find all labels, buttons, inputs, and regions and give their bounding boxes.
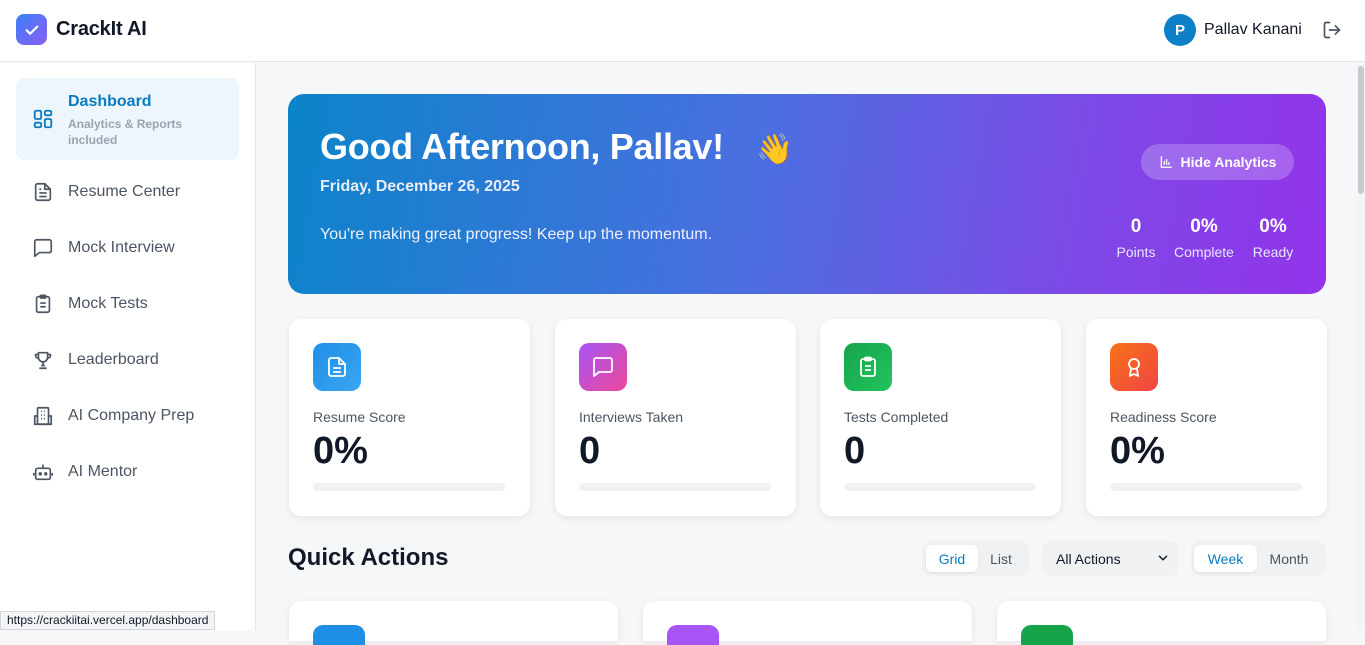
document-icon [32,181,54,203]
progress-bar [313,483,505,491]
logo-check-icon[interactable] [16,14,47,45]
card-label: Resume Score [313,409,406,425]
select-value: All Actions [1056,550,1121,567]
sidebar: Dashboard Analytics & Reports included R… [0,63,256,630]
stat-label: Complete [1174,244,1234,260]
card-value: 0% [1110,430,1165,472]
brand-name[interactable]: CrackIt AI [56,18,147,41]
status-url: https://crackiitai.vercel.app/dashboard [0,611,216,630]
clipboard-icon [32,293,54,315]
quick-action-card[interactable] [997,601,1326,645]
quick-action-card[interactable] [643,601,972,645]
actions-filter-select[interactable]: All Actions [1042,541,1178,576]
stat-complete: 0% Complete [1169,216,1239,260]
logout-icon[interactable] [1322,20,1342,40]
stat-points: 0 Points [1101,216,1171,260]
action-icon [313,625,365,645]
sidebar-item-resume-center[interactable]: Resume Center [16,170,239,214]
sidebar-item-subtitle: Analytics & Reports included [68,117,183,147]
robot-icon [32,461,54,483]
sidebar-item-dashboard[interactable]: Dashboard Analytics & Reports included [16,78,239,160]
action-icon [1021,625,1073,645]
sidebar-item-label: Dashboard [68,93,152,110]
chat-icon [579,343,627,391]
card-label: Readiness Score [1110,409,1217,425]
top-bar: CrackIt AI P Pallav Kanani [0,0,1365,62]
list-view-button[interactable]: List [980,545,1022,572]
period-toggle: Week Month [1191,541,1326,576]
stat-value: 0 [1130,216,1142,237]
sidebar-item-leaderboard[interactable]: Leaderboard [16,338,239,382]
stat-value: 0% [1259,216,1287,237]
quick-actions-title: Quick Actions [288,544,449,571]
progress-bar [844,483,1036,491]
interviews-taken-card[interactable]: Interviews Taken 0 [555,319,796,516]
document-icon [313,343,361,391]
user-name[interactable]: Pallav Kanani [1204,21,1302,39]
stat-label: Ready [1252,244,1294,260]
card-value: 0% [313,430,368,472]
quick-action-card[interactable] [289,601,618,645]
current-date: Friday, December 26, 2025 [320,178,520,195]
sidebar-item-label: AI Company Prep [68,407,195,424]
chevron-down-icon [1158,555,1168,561]
tests-completed-card[interactable]: Tests Completed 0 [820,319,1061,516]
card-value: 0 [579,430,601,472]
week-button[interactable]: Week [1194,545,1257,572]
sidebar-item-label: Leaderboard [68,351,159,368]
sidebar-item-label: Resume Center [68,183,181,200]
trophy-icon [32,349,54,371]
sidebar-item-label: Mock Interview [68,239,175,256]
scrollbar-thumb[interactable] [1358,66,1364,194]
progress-message: You're making great progress! Keep up th… [320,226,713,243]
action-icon [667,625,719,645]
progress-bar [1110,483,1302,491]
resume-score-card[interactable]: Resume Score 0% [289,319,530,516]
progress-bar [579,483,771,491]
sidebar-item-label: AI Mentor [68,463,138,480]
building-icon [32,405,54,427]
card-label: Interviews Taken [579,409,684,425]
month-button[interactable]: Month [1257,545,1321,572]
award-icon [1110,343,1158,391]
stat-ready: 0% Ready [1238,216,1308,260]
grid-view-button[interactable]: Grid [926,545,978,572]
clipboard-icon [844,343,892,391]
stat-label: Points [1116,244,1156,260]
card-label: Tests Completed [844,409,949,425]
avatar[interactable]: P [1164,14,1196,46]
chat-icon [32,237,54,259]
sidebar-item-label: Mock Tests [68,295,148,312]
stat-value: 0% [1190,216,1218,237]
card-value: 0 [844,430,866,472]
sidebar-item-mock-interview[interactable]: Mock Interview [16,226,239,270]
sidebar-item-ai-mentor[interactable]: AI Mentor [16,450,239,494]
dashboard-icon [32,108,54,130]
sidebar-item-ai-company-prep[interactable]: AI Company Prep [16,394,239,438]
hide-analytics-button[interactable]: Hide Analytics [1141,144,1294,180]
hide-analytics-label: Hide Analytics [1180,154,1277,170]
sidebar-item-mock-tests[interactable]: Mock Tests [16,282,239,326]
waving-hand-icon: 👋 [756,133,794,166]
bar-chart-icon [1160,156,1172,168]
readiness-score-card[interactable]: Readiness Score 0% [1086,319,1327,516]
greeting-title: Good Afternoon, Pallav! [320,126,724,167]
welcome-banner: Good Afternoon, Pallav! 👋 Friday, Decemb… [288,94,1326,294]
view-toggle: Grid List [922,541,1029,576]
